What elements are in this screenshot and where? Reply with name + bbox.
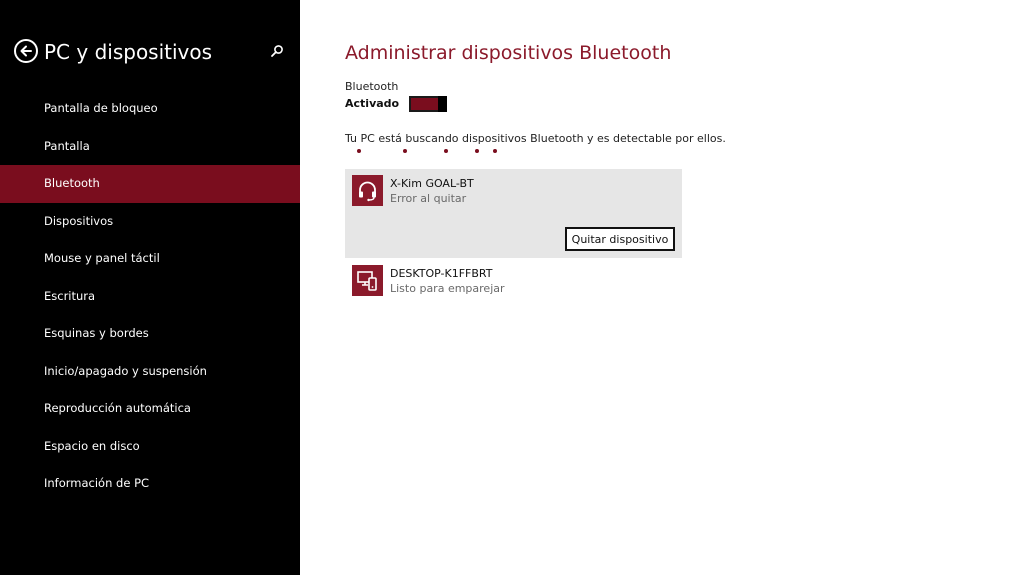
- sidebar-item-bluetooth[interactable]: Bluetooth: [0, 165, 300, 203]
- device-name: DESKTOP-K1FFBRT: [390, 267, 493, 280]
- device-name: X-Kim GOAL-BT: [390, 177, 474, 190]
- sidebar-item-espacio-en-disco[interactable]: Espacio en disco: [0, 428, 300, 466]
- headset-icon: [359, 181, 376, 202]
- sidebar-item-escritura[interactable]: Escritura: [0, 278, 300, 316]
- sidebar-header: PC y dispositivos: [14, 38, 290, 68]
- sidebar-item-pantalla[interactable]: Pantalla: [0, 128, 300, 166]
- sidebar-item-mouse-y-panel-tactil[interactable]: Mouse y panel táctil: [0, 240, 300, 278]
- page-title: Administrar dispositivos Bluetooth: [345, 42, 672, 64]
- device-status: Listo para emparejar: [390, 282, 505, 295]
- device-item-desktop-k1ffbrt[interactable]: DESKTOP-K1FFBRT Listo para emparejar: [345, 259, 682, 301]
- remove-device-button[interactable]: Quitar dispositivo: [565, 227, 675, 251]
- back-button[interactable]: [14, 39, 38, 63]
- sidebar-item-esquinas-y-bordes[interactable]: Esquinas y bordes: [0, 315, 300, 353]
- toggle-thumb: [438, 96, 447, 112]
- search-status-text: Tu PC está buscando dispositivos Bluetoo…: [345, 132, 726, 145]
- progress-dot: [444, 149, 448, 153]
- sidebar: PC y dispositivos Pantalla de bloqueo Pa…: [0, 0, 300, 575]
- device-status: Error al quitar: [390, 192, 467, 205]
- search-button[interactable]: [270, 43, 286, 59]
- progress-dot: [475, 149, 479, 153]
- progress-dot: [493, 149, 497, 153]
- device-icon-tile: [352, 175, 383, 206]
- progress-dot: [357, 149, 361, 153]
- bluetooth-label: Bluetooth: [345, 80, 399, 93]
- sidebar-item-pantalla-de-bloqueo[interactable]: Pantalla de bloqueo: [0, 90, 300, 128]
- search-icon: [271, 45, 283, 57]
- sidebar-item-informacion-de-pc[interactable]: Información de PC: [0, 465, 300, 503]
- progress-dot: [403, 149, 407, 153]
- device-item-x-kim-goal-bt[interactable]: X-Kim GOAL-BT Error al quitar Quitar dis…: [345, 169, 682, 258]
- search-progress-indicator: [345, 149, 505, 155]
- sidebar-nav: Pantalla de bloqueo Pantalla Bluetooth D…: [0, 90, 300, 503]
- device-icon-tile: [352, 265, 383, 296]
- main-content: Administrar dispositivos Bluetooth Bluet…: [345, 0, 1005, 575]
- sidebar-item-reproduccion-automatica[interactable]: Reproducción automática: [0, 390, 300, 428]
- back-arrow-icon: [20, 45, 32, 57]
- bluetooth-state: Activado: [345, 97, 400, 110]
- sidebar-title: PC y dispositivos: [44, 40, 213, 64]
- sidebar-item-inicio-apagado[interactable]: Inicio/apagado y suspensión: [0, 353, 300, 391]
- sidebar-item-dispositivos[interactable]: Dispositivos: [0, 203, 300, 241]
- computer-phone-icon: [357, 271, 377, 291]
- bluetooth-toggle[interactable]: [409, 96, 447, 112]
